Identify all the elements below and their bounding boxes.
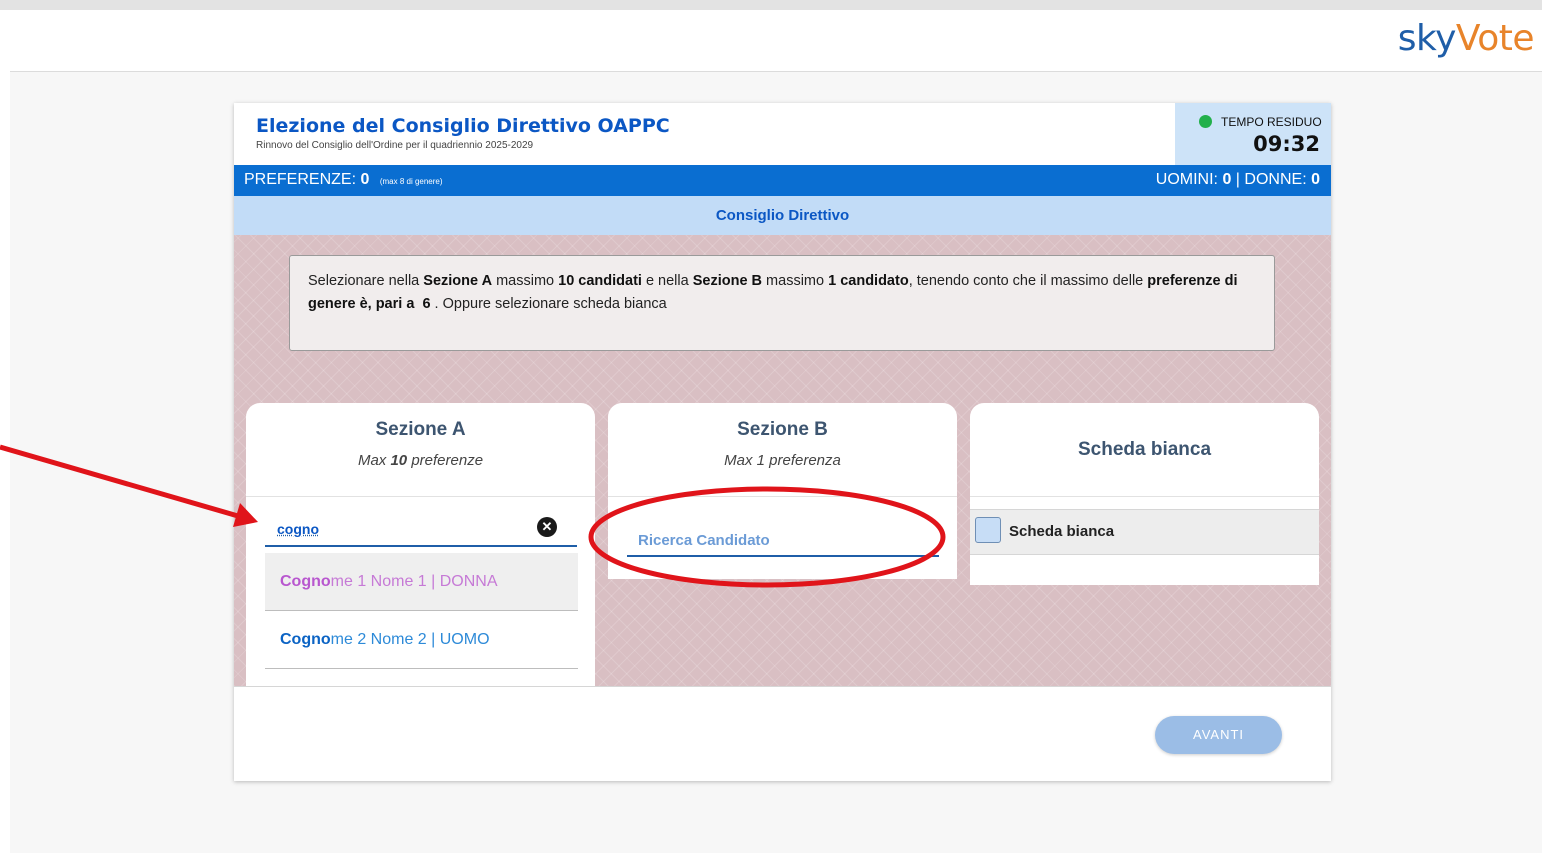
- instructions-box: Selezionare nella Sezione A massimo 10 c…: [289, 255, 1275, 351]
- logo-part-vote: Vote: [1455, 18, 1535, 59]
- election-title: Elezione del Consiglio Direttivo OAPPC: [256, 115, 670, 137]
- sezione-a-panel: Sezione A Max 10 preferenze cogno ✕ Cogn…: [246, 403, 595, 686]
- instr-bold-2: 10 candidati: [558, 273, 642, 289]
- sezione-b-search-input[interactable]: Ricerca Candidato: [627, 513, 939, 557]
- gender-separator: |: [1235, 171, 1240, 188]
- instr-text-2: massimo: [492, 273, 559, 289]
- sezione-b-search-wrap: Ricerca Candidato: [608, 497, 957, 557]
- candidate-result-row[interactable]: Cognome 1 Nome 1 | DONNA: [265, 553, 578, 611]
- sezione-a-search-value[interactable]: cogno: [277, 521, 319, 537]
- sezione-a-title: Sezione A: [375, 419, 466, 440]
- instr-bold-3: Sezione B: [692, 273, 763, 289]
- timer-value: 09:32: [1253, 132, 1320, 156]
- preferences-note: (max 8 di genere): [379, 177, 443, 186]
- women-label: DONNE:: [1244, 171, 1307, 188]
- preferences-count: 0: [360, 171, 370, 188]
- avanti-button[interactable]: AVANTI: [1155, 716, 1282, 754]
- sezione-a-search-input[interactable]: cogno ✕: [265, 513, 577, 547]
- sezione-a-search-wrap: cogno ✕: [246, 497, 595, 554]
- men-count: 0: [1222, 171, 1232, 188]
- top-bar: skyVote: [10, 10, 1542, 72]
- preferences-bar: PREFERENZE: 0 (max 8 di genere) UOMINI: …: [234, 165, 1331, 196]
- instr-bold-4: 1 candidato: [828, 273, 909, 289]
- scheda-bianca-label: Scheda bianca: [1009, 523, 1115, 540]
- election-subtitle: Rinnovo del Consiglio dell'Ordine per il…: [256, 140, 534, 151]
- candidate-rest: me 1 Nome 1 | DONNA: [330, 573, 498, 590]
- instr-text-6: . Oppure selezionare scheda bianca: [430, 296, 667, 312]
- preferences-counter: PREFERENZE: 0 (max 8 di genere): [244, 171, 443, 189]
- ballot-header: Elezione del Consiglio Direttivo OAPPC R…: [234, 103, 1331, 165]
- preferences-label: PREFERENZE:: [244, 171, 357, 188]
- section-title-bar: Consiglio Direttivo: [234, 196, 1331, 235]
- instr-text-3: e nella: [641, 273, 693, 289]
- logo-part-sky: sky: [1397, 18, 1457, 59]
- scheda-bianca-title: Scheda bianca: [1077, 439, 1212, 460]
- candidate-rest: me 2 Nome 2 | UOMO: [330, 631, 490, 648]
- scheda-bianca-option[interactable]: Scheda bianca: [970, 509, 1319, 555]
- candidate-result-row[interactable]: Cognome 2 Nome 2 | UOMO: [265, 611, 578, 669]
- sezione-b-title: Sezione B: [737, 419, 828, 440]
- sezione-a-sub-suffix: preferenze: [407, 452, 484, 469]
- gender-counter: UOMINI: 0 | DONNE: 0: [1156, 171, 1320, 189]
- timer-box: TEMPO RESIDUO 09:32: [1175, 103, 1331, 165]
- sezione-a-header: Sezione A Max 10 preferenze: [246, 403, 595, 497]
- annotation-arrow-line: [0, 444, 239, 519]
- left-edge: [0, 10, 10, 853]
- ballot-footer: AVANTI: [234, 686, 1331, 781]
- instr-text-5: , tenendo conto che il massimo delle: [908, 273, 1148, 289]
- sezione-b-header: Sezione B Max 1 preferenza: [608, 403, 957, 497]
- men-label: UOMINI:: [1155, 171, 1218, 188]
- clear-search-icon[interactable]: ✕: [537, 517, 557, 537]
- scheda-bianca-header: Scheda bianca: [970, 403, 1319, 497]
- ballot-card: Elezione del Consiglio Direttivo OAPPC R…: [234, 103, 1331, 781]
- candidate-match-highlight: Cogno: [280, 631, 331, 648]
- candidate-match-highlight: Cogno: [280, 573, 331, 590]
- skyvote-logo: skyVote: [1397, 18, 1535, 59]
- sezione-b-search-placeholder: Ricerca Candidato: [638, 532, 770, 549]
- sezione-a-subtitle: Max 10 preferenze: [246, 452, 595, 469]
- sezione-a-sub-number: 10: [390, 452, 408, 469]
- timer-status-dot-icon: [1199, 115, 1212, 128]
- instr-text-1: Selezionare nella: [308, 273, 424, 289]
- timer-label: TEMPO RESIDUO: [1221, 115, 1322, 129]
- scheda-bianca-checkbox[interactable]: [975, 517, 1001, 543]
- sezione-a-sub-prefix: Max: [357, 452, 391, 469]
- instr-bold-1: Sezione A: [423, 273, 493, 289]
- sezione-b-panel: Sezione B Max 1 preferenza Ricerca Candi…: [608, 403, 957, 579]
- scheda-bianca-panel: Scheda bianca Scheda bianca: [970, 403, 1319, 585]
- top-strip: [0, 0, 1542, 10]
- women-count: 0: [1311, 171, 1320, 188]
- sezione-b-subtitle: Max 1 preferenza: [724, 452, 841, 469]
- instr-text-4: massimo: [762, 273, 829, 289]
- instr-bold-6: 6: [422, 296, 431, 312]
